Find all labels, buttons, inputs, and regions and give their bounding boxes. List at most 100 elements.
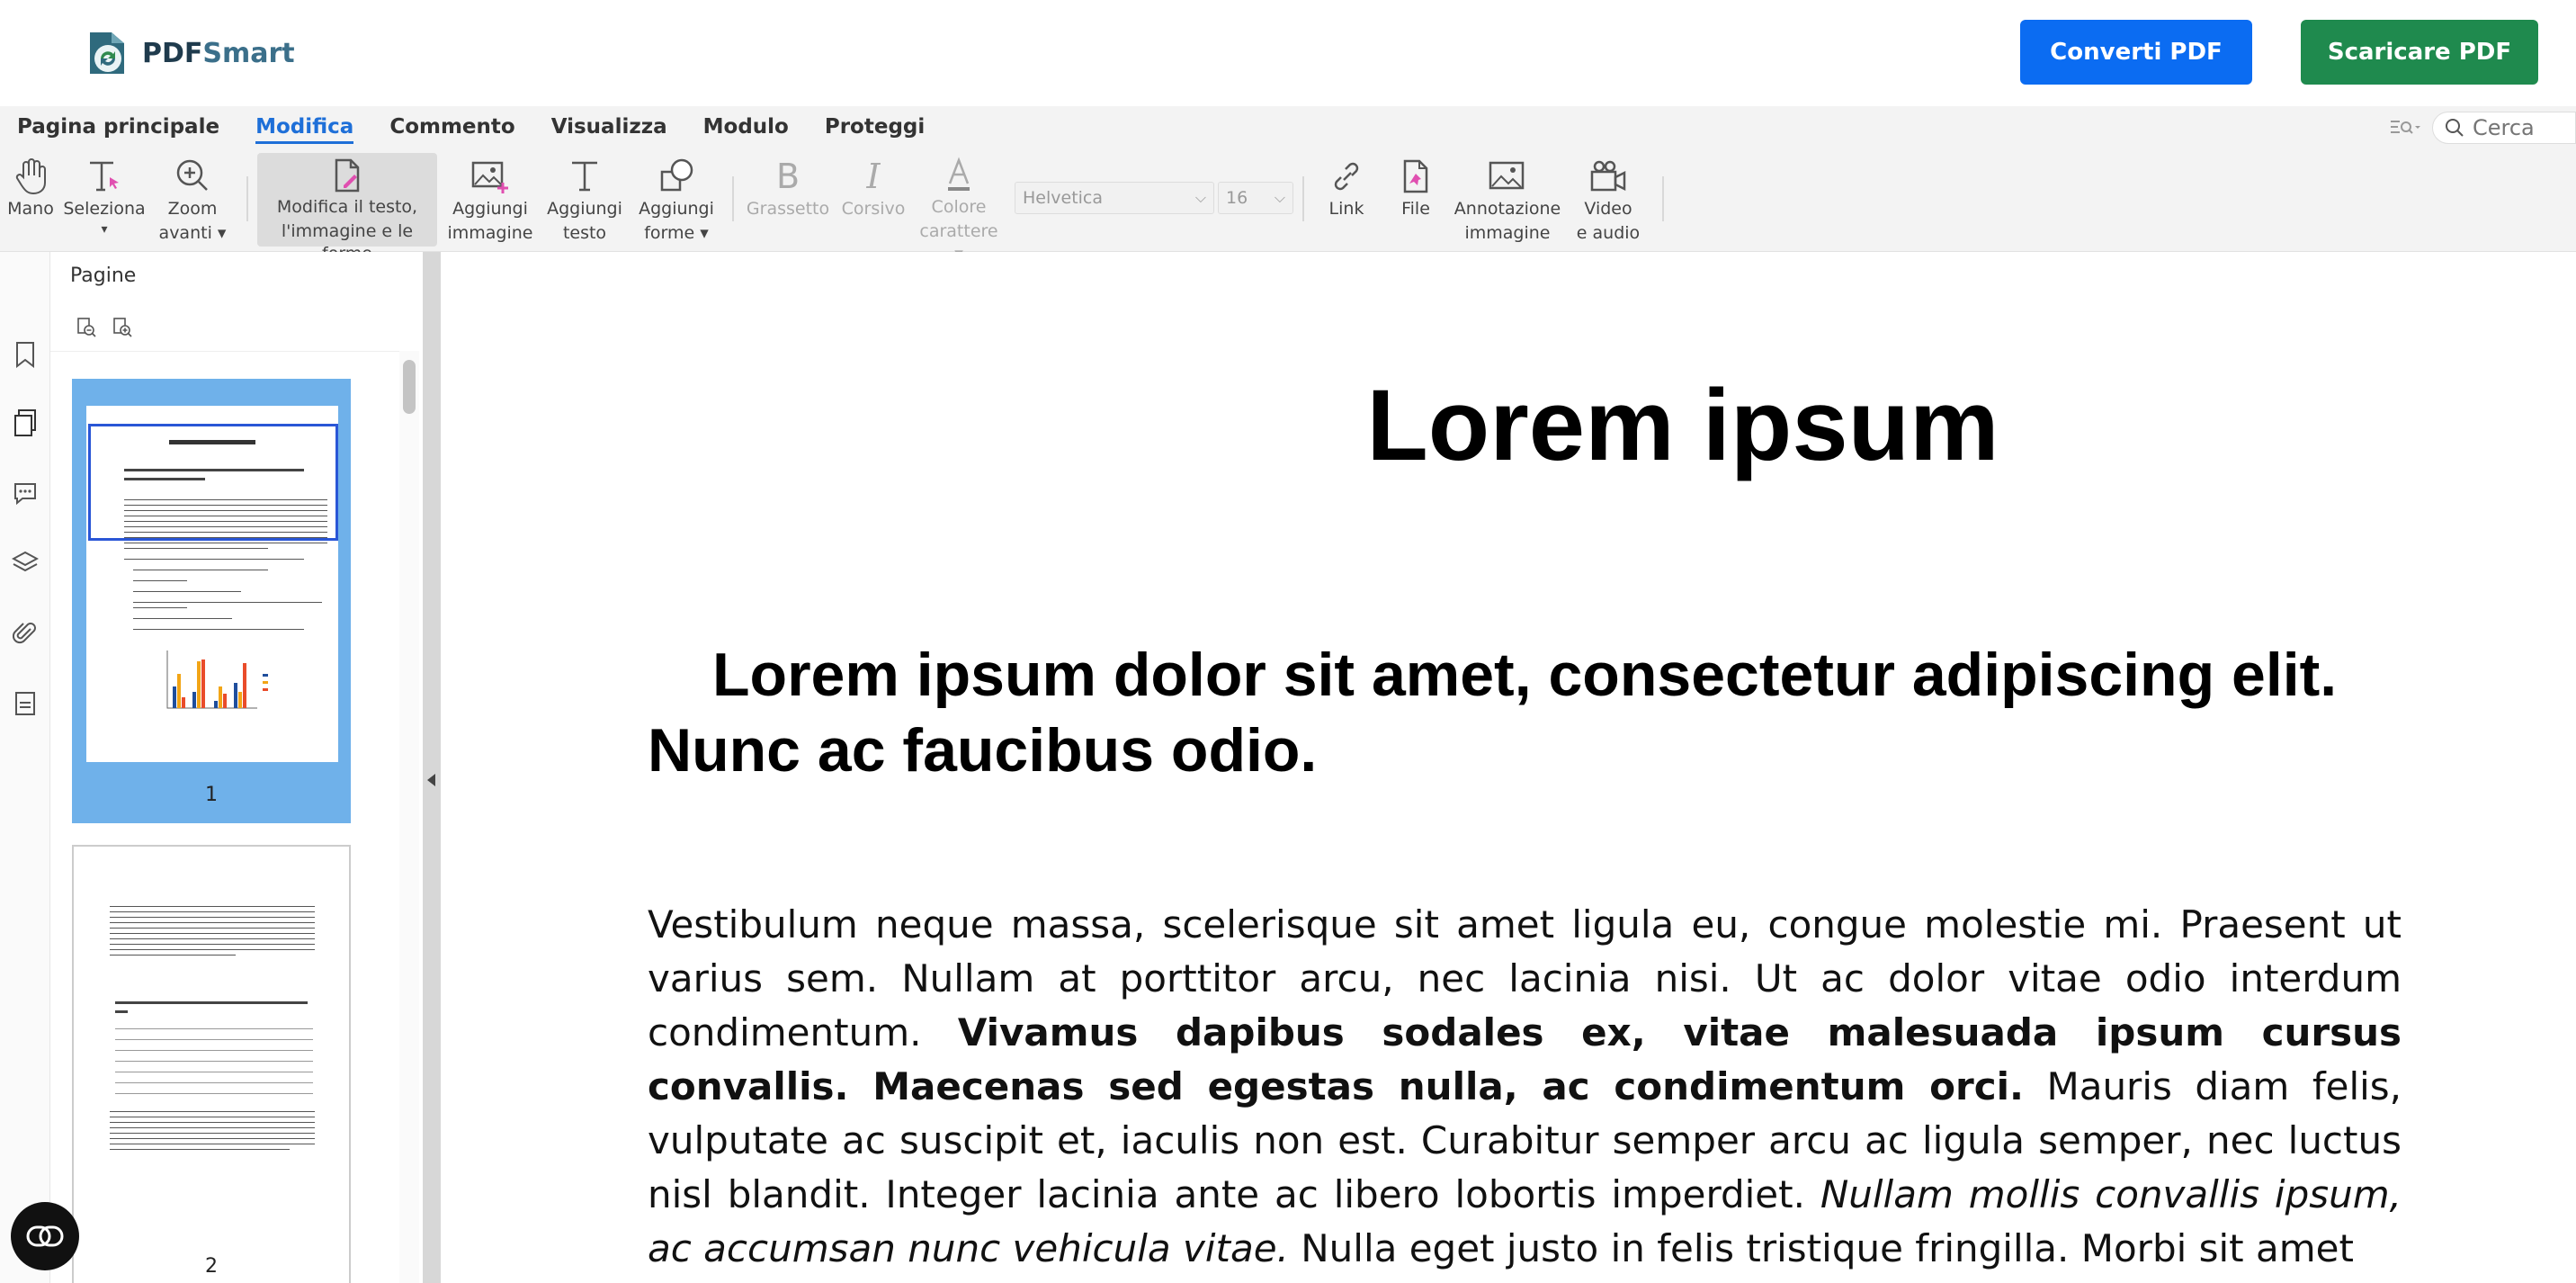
panel-splitter[interactable] [423,252,441,1283]
body-text-3: Nulla eget justo in felis tristique frin… [1288,1226,2354,1270]
font-color-icon [939,157,979,194]
italic-button[interactable]: I Corsivo [833,153,914,247]
add-image-label-2: immagine [447,223,533,243]
edit-document-icon [327,157,367,194]
toolbar-separator [1302,176,1304,221]
font-color-label-1: Colore [931,197,987,217]
pages-icon[interactable] [11,408,40,437]
thumbnails-scrollbar-thumb[interactable] [403,360,416,414]
document-subtitle[interactable]: Lorem ipsum dolor sit amet, consectetur … [648,637,2402,788]
image-annotation-label-1: Annotazione [1453,199,1561,219]
tab-modulo[interactable]: Modulo [685,106,807,148]
italic-icon: I [866,157,881,196]
top-bar: PDFSmart Converti PDF Scaricare PDF [0,0,2576,106]
pdfsmart-logo[interactable]: PDFSmart [85,29,295,77]
page-thumbnail-2[interactable]: 2 [72,845,351,1283]
edit-content-label-1: Modifica il testo, [276,197,418,217]
pages-panel: Pagine 1 2 [50,252,423,1283]
add-text-button[interactable]: Aggiungi testo [540,153,630,247]
logo-text: PDFSmart [142,38,295,69]
pages-panel-tools [76,317,133,338]
search-area [2387,112,2576,144]
zoom-tool-label-2: avanti ▾ [158,223,227,243]
tab-pagina-principale[interactable]: Pagina principale [0,106,237,148]
document-title[interactable]: Lorem ipsum [441,367,2576,483]
font-color-button[interactable]: Colore carattere ▾ [914,153,1004,264]
shapes-icon [657,157,696,196]
bold-label: Grassetto [746,199,830,219]
select-tool-button[interactable]: Seleziona ▾ [61,153,148,247]
add-shapes-button[interactable]: Aggiungi forme ▾ [630,153,723,247]
add-text-label-1: Aggiungi [547,199,622,219]
video-audio-label-1: Video [1584,199,1632,219]
image-annotation-icon [1488,157,1527,196]
floating-action-button[interactable] [11,1202,79,1270]
tab-proteggi[interactable]: Proteggi [807,106,943,148]
video-audio-button[interactable]: Video e audio [1563,153,1653,247]
menu-tabs: Pagina principale Modifica Commento Visu… [0,106,943,148]
add-shapes-label-1: Aggiungi [639,199,714,219]
logo-text-pdf: PDF [142,37,203,69]
thumbnail-chart [166,650,268,709]
zoom-tool-label-1: Zoom [167,199,218,219]
convert-pdf-button[interactable]: Converti PDF [2020,20,2252,85]
search-icon [2446,119,2464,137]
layers-icon[interactable] [11,549,40,578]
bold-icon: B [775,157,801,196]
search-input[interactable] [2473,115,2572,140]
link-button[interactable]: Link [1313,153,1380,247]
thumbnails-scrollbar-track[interactable] [399,351,419,1283]
add-text-label-2: testo [562,223,607,243]
link-icon [1327,157,1366,196]
zoom-tool-button[interactable]: Zoom avanti ▾ [148,153,237,247]
page-thumbnail-selection [88,424,338,541]
search-mode-icon[interactable] [2387,113,2423,142]
left-icon-rail [0,252,50,1283]
video-audio-label-2: e audio [1576,223,1641,243]
pdfsmart-logo-icon [85,29,131,77]
select-tool-dropdown: ▾ [101,222,108,237]
document-view[interactable]: Lorem ipsum Lorem ipsum dolor sit amet, … [441,252,2576,1283]
zoom-in-icon [173,157,212,196]
toolbar-separator [246,176,248,221]
font-size-select[interactable]: 16 ⌵ [1218,182,1293,214]
file-button[interactable]: File [1380,153,1452,247]
hand-tool-label: Mano [7,199,54,219]
file-attach-icon [1396,157,1436,196]
zoom-out-thumbnails-icon[interactable] [76,317,97,338]
edit-content-button[interactable]: Modifica il testo, l'immagine e le forme [257,153,437,264]
select-text-icon [85,157,124,196]
chevron-down-icon: ⌵ [1274,189,1285,206]
logo-text-smart: Smart [202,37,295,69]
add-image-icon [470,157,510,196]
bookmark-icon[interactable] [11,340,40,369]
video-camera-icon [1588,157,1628,196]
file-label: File [1401,199,1430,219]
hand-tool-button[interactable]: Mano [0,153,61,247]
document-body-paragraph[interactable]: Vestibulum neque massa, scelerisque sit … [648,898,2402,1276]
link-label: Link [1328,199,1364,219]
toolbar-separator [1662,176,1664,221]
select-tool-label: Seleziona [63,199,146,219]
download-pdf-button[interactable]: Scaricare PDF [2301,20,2538,85]
image-annotation-label-2: immagine [1464,223,1551,243]
font-family-select[interactable]: Helvetica ⌵ [1015,182,1214,214]
infinity-link-icon [26,1225,64,1247]
add-image-label-1: Aggiungi [452,199,528,219]
image-annotation-button[interactable]: Annotazione immagine [1452,153,1563,247]
tab-visualizza[interactable]: Visualizza [533,106,685,148]
edit-tools: Mano Seleziona ▾ Zoom avanti ▾ Modifica … [0,153,1673,264]
collapse-panel-icon[interactable] [427,774,435,786]
add-image-button[interactable]: Aggiungi immagine [441,153,540,247]
zoom-in-thumbnails-icon[interactable] [112,317,133,338]
page-thumbnail-1[interactable]: 1 [72,379,351,823]
page-thumbnail-2-number: 2 [205,1255,218,1278]
pages-panel-title: Pagine [70,265,137,287]
toolbar-separator [732,176,734,221]
form-fields-icon[interactable] [11,689,40,718]
attachment-icon[interactable] [11,619,40,648]
tab-modifica[interactable]: Modifica [237,106,371,148]
bold-button[interactable]: B Grassetto [743,153,833,247]
tab-commento[interactable]: Commento [371,106,532,148]
comment-icon[interactable] [11,479,40,507]
